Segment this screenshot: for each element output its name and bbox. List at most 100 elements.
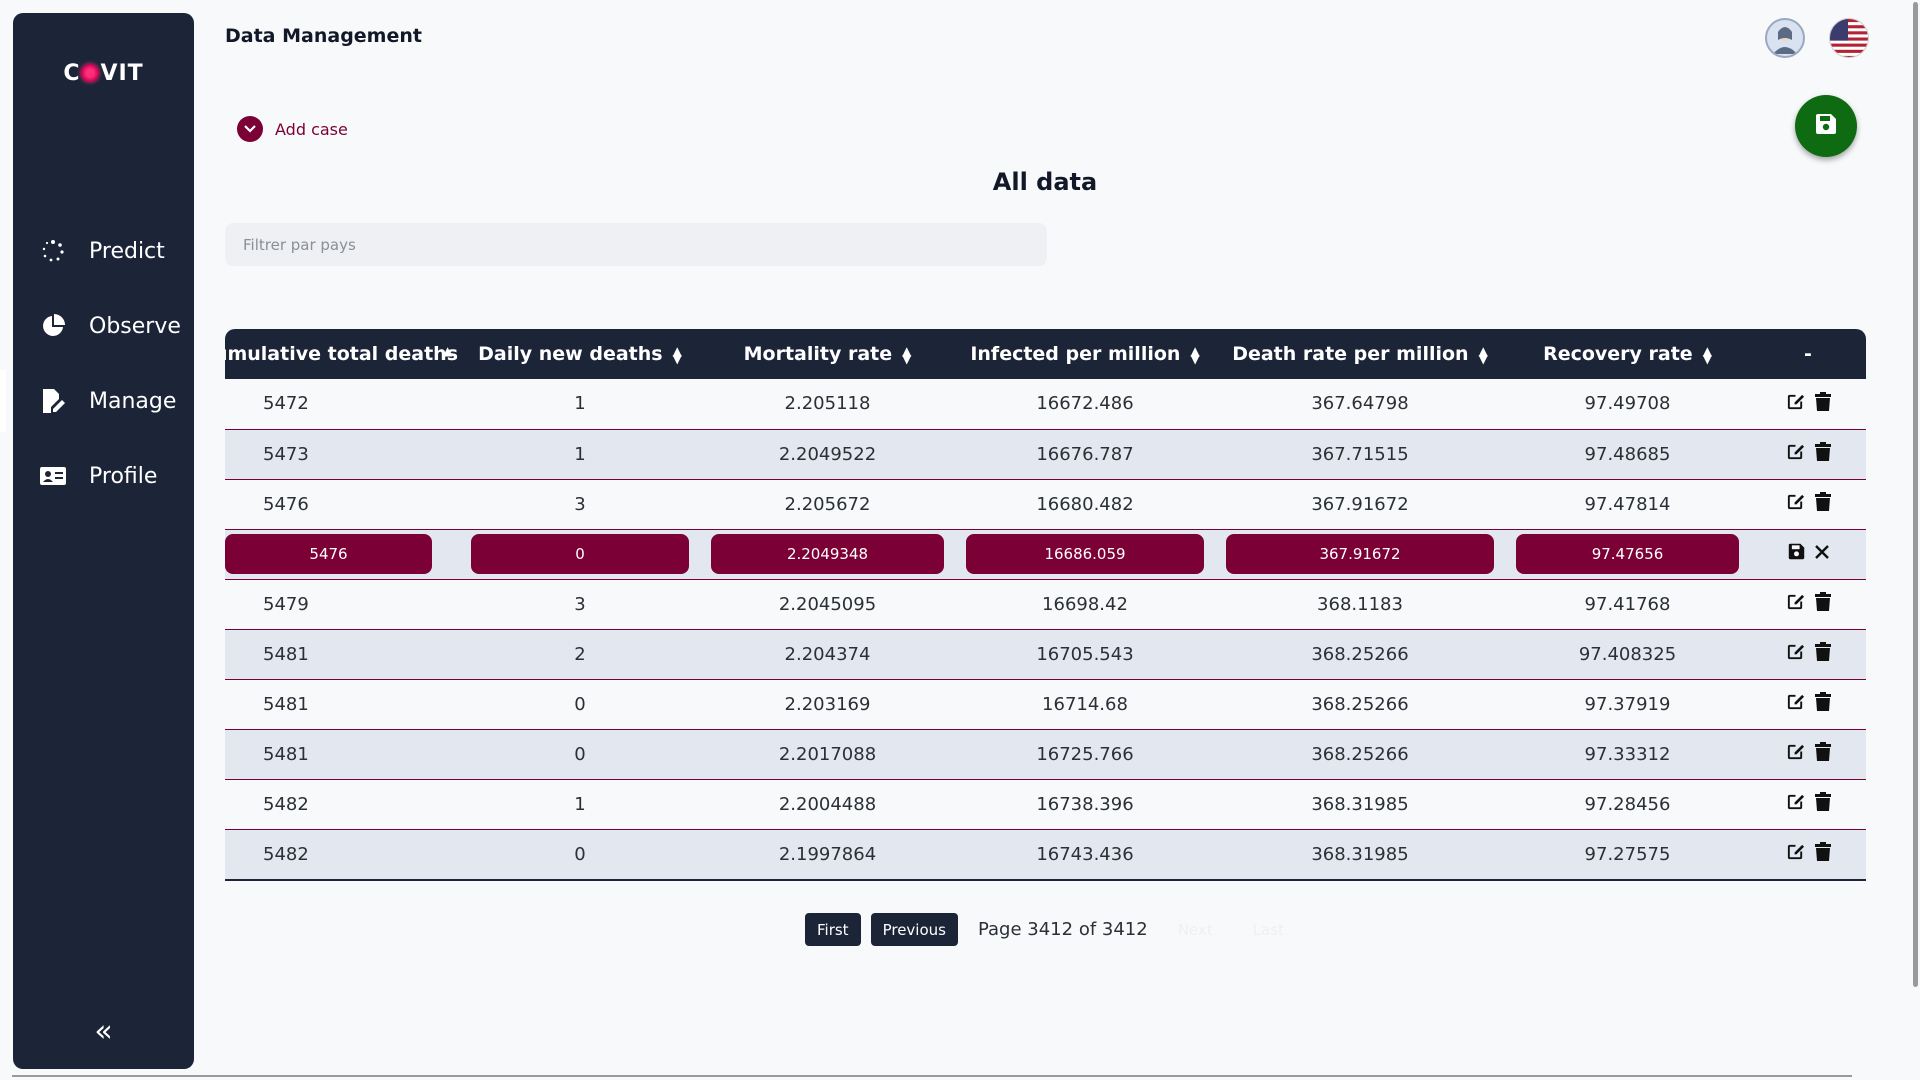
trash-icon[interactable] [1814, 742, 1831, 761]
table-cell: 368.31985 [1311, 843, 1409, 865]
virus-icon [81, 64, 100, 82]
cell-edit-input[interactable]: 97.47656 [1516, 534, 1739, 574]
cell-edit-input[interactable]: 367.91672 [1226, 534, 1494, 574]
edit-icon[interactable] [1786, 642, 1805, 661]
table-cell: 0 [574, 843, 586, 865]
collapse-sidebar-button[interactable]: « [13, 1014, 194, 1049]
table-cell: 97.47814 [1584, 493, 1671, 515]
edit-icon[interactable] [1786, 392, 1805, 411]
spinner-icon [39, 237, 67, 265]
row-actions [1750, 779, 1866, 829]
table-cell[interactable]: 16686.059 [955, 529, 1215, 579]
cell-edit-input[interactable]: 2.2049348 [711, 534, 944, 574]
cell-edit-input[interactable]: 0 [471, 534, 689, 574]
trash-icon[interactable] [1814, 442, 1831, 461]
sort-icon: ▲ ▼ [672, 343, 682, 366]
table-cell: 1 [574, 393, 586, 415]
table-cell[interactable]: 5476 [225, 529, 460, 579]
row-actions [1750, 529, 1866, 579]
sidebar-item-profile[interactable]: Profile [13, 445, 194, 507]
add-case-label: Add case [275, 119, 348, 139]
table-cell: 5482 [263, 793, 309, 815]
table-cell: 2.203169 [784, 693, 871, 715]
column-header[interactable]: Infected per million ▲ ▼ [955, 329, 1215, 379]
table-row: 5481 0 2.203169 16714.68 368.25266 97.37919 [225, 679, 1866, 729]
table-row: 5481 2 2.204374 16705.543 368.25266 97.408325 [225, 629, 1866, 679]
column-header[interactable]: Daily new deaths ▲ ▼ [460, 329, 700, 379]
sidebar-item-manage[interactable]: Manage [0, 370, 194, 432]
cell-edit-input[interactable]: 16686.059 [966, 534, 1204, 574]
edit-icon[interactable] [1786, 792, 1805, 811]
save-row-icon[interactable] [1788, 543, 1805, 560]
chevron-down-icon [237, 116, 263, 142]
horizontal-scrollbar[interactable] [12, 1075, 1852, 1077]
id-card-icon [39, 462, 67, 490]
section-title: All data [992, 168, 1098, 196]
sidebar-item-label: Manage [89, 388, 177, 414]
data-table-container[interactable]: Cumulative total deaths▲▼ Daily new deat… [225, 329, 1866, 881]
country-filter-input[interactable] [225, 223, 1047, 266]
table-cell: 97.49708 [1584, 393, 1671, 415]
table-row: 5482 0 2.1997864 16743.436 368.31985 97.27575 [225, 829, 1866, 879]
trash-icon[interactable] [1814, 642, 1831, 661]
row-actions [1750, 679, 1866, 729]
cancel-edit-icon[interactable] [1814, 544, 1829, 559]
sidebar-item-predict[interactable]: Predict [13, 220, 194, 282]
edit-icon[interactable] [1786, 592, 1805, 611]
table-cell: 2.2049522 [778, 443, 877, 465]
table-cell: 2.2004488 [778, 793, 877, 815]
edit-icon[interactable] [1786, 492, 1805, 511]
table-cell[interactable]: 367.91672 [1215, 529, 1505, 579]
table-cell: 97.37919 [1584, 693, 1671, 715]
table-cell: 5472 [263, 393, 309, 415]
table-cell: 3 [574, 593, 586, 615]
edit-icon[interactable] [1786, 442, 1805, 461]
table-header-row: Cumulative total deaths▲▼ Daily new deat… [225, 329, 1866, 379]
column-header[interactable]: Death rate per million ▲ ▼ [1215, 329, 1505, 379]
trash-icon[interactable] [1814, 492, 1831, 511]
edit-icon[interactable] [1786, 842, 1805, 861]
avatar[interactable] [1765, 18, 1805, 58]
table-cell[interactable]: 2.2049348 [700, 529, 955, 579]
table-cell: 16705.543 [1036, 643, 1134, 665]
table-cell: 16725.766 [1036, 743, 1134, 765]
table-row-editing: 5476 0 2.2049348 16686.059 367.91672 97.47656 [225, 529, 1866, 579]
add-case-toggle[interactable]: Add case [237, 116, 348, 142]
table-cell: 16714.68 [1042, 693, 1128, 715]
pie-chart-icon [39, 312, 67, 340]
trash-icon[interactable] [1814, 792, 1831, 811]
sort-icon: ▲ ▼ [1702, 343, 1712, 366]
table-cell: 367.71515 [1311, 443, 1409, 465]
sidebar-item-observe[interactable]: Observe [13, 295, 194, 357]
table-cell[interactable]: 97.47656 [1505, 529, 1750, 579]
table-cell: 16738.396 [1036, 793, 1134, 815]
table-cell[interactable]: 0 [460, 529, 700, 579]
column-header[interactable]: Recovery rate ▲ ▼ [1505, 329, 1750, 379]
data-table: Cumulative total deaths▲▼ Daily new deat… [225, 329, 1866, 879]
trash-icon[interactable] [1814, 592, 1831, 611]
trash-icon[interactable] [1814, 842, 1831, 861]
trash-icon[interactable] [1814, 391, 1831, 411]
column-header[interactable]: Mortality rate ▲ ▼ [700, 329, 955, 379]
edit-icon[interactable] [1786, 742, 1805, 761]
cell-edit-input[interactable]: 5476 [225, 534, 432, 574]
table-cell: 368.25266 [1311, 743, 1409, 765]
row-actions [1750, 429, 1866, 479]
edit-icon[interactable] [1786, 692, 1805, 711]
previous-page-button[interactable]: Previous [870, 913, 958, 946]
table-row: 5481 0 2.2017088 16725.766 368.25266 97.33312 [225, 729, 1866, 779]
table-cell: 5481 [263, 693, 309, 715]
trash-icon[interactable] [1814, 692, 1831, 711]
table-cell: 97.48685 [1584, 443, 1671, 465]
sidebar-item-label: Predict [89, 238, 165, 264]
save-button[interactable] [1795, 95, 1857, 157]
table-cell: 2.1997864 [778, 843, 877, 865]
table-cell: 368.25266 [1311, 693, 1409, 715]
vertical-scrollbar[interactable] [1913, 2, 1918, 987]
sort-icon: ▲ ▼ [1478, 343, 1488, 366]
column-header[interactable]: Cumulative total deaths▲▼ [225, 329, 460, 379]
first-page-button[interactable]: First [805, 913, 861, 946]
language-flag-icon[interactable] [1829, 18, 1869, 58]
table-cell: 5482 [263, 843, 309, 865]
table-cell: 1 [574, 443, 586, 465]
